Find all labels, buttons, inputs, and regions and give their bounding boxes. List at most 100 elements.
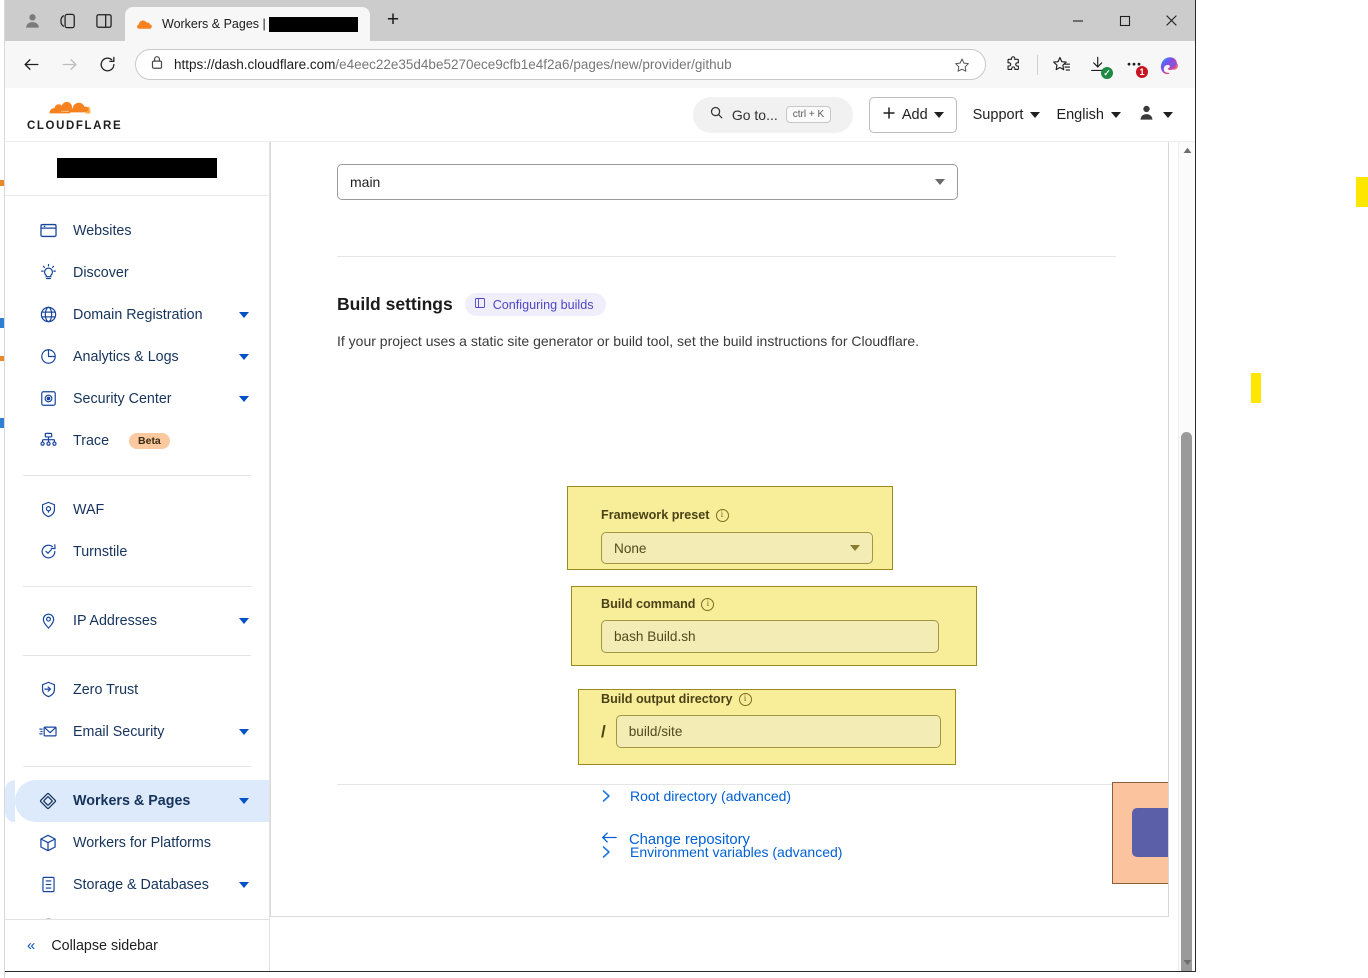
chevron-down-icon[interactable] <box>239 395 249 402</box>
info-icon[interactable]: i <box>701 597 715 611</box>
framework-preset-select[interactable]: None <box>601 532 873 564</box>
reload-icon[interactable] <box>89 47 125 83</box>
build-output-directory-row: / build/site <box>601 715 941 748</box>
language-menu[interactable]: English <box>1056 107 1121 123</box>
build-command-label-row: Build command i <box>601 597 939 611</box>
account-selector[interactable] <box>5 142 269 196</box>
footer-divider <box>337 784 1116 785</box>
security-center-icon <box>37 389 59 408</box>
root-directory-toggle[interactable]: Root directory (advanced) <box>601 788 791 804</box>
chevron-down-icon[interactable] <box>239 617 249 624</box>
browser-window: Workers & Pages | + https://dash.cloudfl… <box>5 0 1196 972</box>
configuring-builds-link[interactable]: Configuring builds <box>464 293 606 316</box>
sidebar-item-domain-registration[interactable]: Domain Registration <box>15 294 269 336</box>
sidebar-divider <box>23 474 251 476</box>
build-settings-description: If your project uses a static site gener… <box>337 333 920 349</box>
browser-tab[interactable]: Workers & Pages | <box>125 7 370 41</box>
email-security-icon <box>37 722 59 741</box>
configuring-builds-label: Configuring builds <box>492 297 594 312</box>
sidebar-item-workers-for-platforms[interactable]: Workers for Platforms <box>15 822 269 864</box>
browser-toolbar: https://dash.cloudflare.com/e4eec22e35d4… <box>5 41 1195 88</box>
search-icon <box>709 105 724 125</box>
support-label: Support <box>972 106 1024 123</box>
info-icon[interactable]: i <box>738 692 752 706</box>
extensions-puzzle-icon[interactable] <box>996 48 1030 82</box>
sidebar-item-security-center[interactable]: Security Center <box>15 378 269 420</box>
chevron-double-left-icon: « <box>27 937 36 955</box>
minimize-button[interactable] <box>1054 0 1101 41</box>
sidebar-item-label: Zero Trust <box>73 681 139 698</box>
new-tab-button[interactable]: + <box>376 3 410 37</box>
add-button[interactable]: Add <box>868 96 957 133</box>
lock-icon <box>150 55 164 75</box>
scroll-up-arrow[interactable] <box>1179 142 1195 159</box>
workers-platforms-icon <box>37 833 59 853</box>
more-settings-icon[interactable]: 1 <box>1117 48 1151 82</box>
save-and-deploy-button[interactable]: Save and Deploy <box>1132 808 1168 857</box>
sidebar-item-turnstile[interactable]: Turnstile <box>15 531 269 573</box>
chevron-down-icon[interactable] <box>239 797 249 804</box>
close-button[interactable] <box>1148 0 1195 41</box>
collections-icon[interactable] <box>1045 48 1079 82</box>
chevron-down-icon[interactable] <box>239 728 249 735</box>
sidebar-item-zero-trust[interactable]: Zero Trust <box>15 669 269 711</box>
copilot-icon[interactable] <box>1153 48 1187 82</box>
sidebar-item-label: WAF <box>73 501 105 518</box>
forward-arrow-icon <box>51 47 87 83</box>
scroll-down-arrow[interactable] <box>1179 954 1195 971</box>
user-avatar-icon <box>1137 103 1156 126</box>
sidebar-item-ip-addresses[interactable]: IP Addresses <box>15 600 269 642</box>
chevron-down-icon[interactable] <box>239 881 249 888</box>
downloads-icon[interactable]: ✓ <box>1081 48 1115 82</box>
goto-search-button[interactable]: Go to... ctrl + K <box>692 96 853 133</box>
profile-icon[interactable] <box>17 6 47 36</box>
sidebar-item-label: Email Security <box>73 723 165 740</box>
favorite-star-icon[interactable] <box>949 52 975 78</box>
branch-select[interactable]: main <box>337 164 958 200</box>
build-output-directory-label: Build output directory <box>601 692 733 706</box>
build-command-label: Build command <box>601 597 696 611</box>
build-command-input[interactable]: bash Build.sh <box>601 620 939 653</box>
sidebar-item-r2-object-storage[interactable]: R2 Object Storage <box>15 906 269 920</box>
change-repository-link[interactable]: Change repository <box>601 831 750 848</box>
yellow-mark-right-top <box>1356 177 1368 207</box>
sidebar-item-discover[interactable]: Discover <box>15 252 269 294</box>
sidebar-item-websites[interactable]: Websites <box>15 210 269 252</box>
cloudflare-logo[interactable]: CLOUDFLARE <box>27 97 122 132</box>
build-output-directory-value: build/site <box>628 724 683 739</box>
setup-card-inner: main Build settings Configuring builds I… <box>271 142 1168 916</box>
analytics-pie-icon <box>37 347 59 366</box>
build-command-group: Build command i bash Build.sh <box>601 597 939 653</box>
sidebar-item-analytics-logs[interactable]: Analytics & Logs <box>15 336 269 378</box>
framework-preset-group: Framework preset i None <box>601 508 873 564</box>
collapse-sidebar-button[interactable]: « Collapse sidebar <box>5 919 269 971</box>
sidebar-item-label: Workers for Platforms <box>73 834 211 851</box>
account-menu[interactable] <box>1137 103 1173 126</box>
split-screen-icon[interactable] <box>89 6 119 36</box>
chevron-down-icon[interactable] <box>239 311 249 318</box>
sidebar-item-workers-and-pages[interactable]: Workers & Pages <box>5 779 269 822</box>
waf-shield-icon <box>37 500 59 519</box>
ip-pin-icon <box>37 611 59 630</box>
sidebar-item-waf[interactable]: WAF <box>15 489 269 531</box>
sidebar-item-storage-and-databases[interactable]: Storage & Databases <box>15 864 269 906</box>
globe-icon <box>37 305 59 324</box>
sidebar-item-email-security[interactable]: Email Security <box>15 711 269 753</box>
page-scrollbar[interactable] <box>1178 142 1195 971</box>
sidebar-item-trace[interactable]: Trace Beta <box>15 420 269 462</box>
sidebar-item-label: Storage & Databases <box>73 876 209 893</box>
r2-storage-icon <box>37 917 59 920</box>
bg-sliver-mark-4 <box>0 418 4 428</box>
support-menu[interactable]: Support <box>973 107 1041 123</box>
address-bar[interactable]: https://dash.cloudflare.com/e4eec22e35d4… <box>135 49 986 80</box>
scrollbar-thumb[interactable] <box>1181 432 1192 971</box>
chevron-down-icon[interactable] <box>239 353 249 360</box>
build-settings-heading-row: Build settings Configuring builds <box>337 293 1106 316</box>
info-icon[interactable]: i <box>715 508 729 522</box>
sidebar-item-label: Trace <box>73 432 110 449</box>
back-arrow-icon[interactable] <box>13 47 49 83</box>
maximize-button[interactable] <box>1101 0 1148 41</box>
build-output-directory-input[interactable]: build/site <box>615 715 941 748</box>
collapse-sidebar-label: Collapse sidebar <box>51 937 158 954</box>
workspaces-icon[interactable] <box>53 6 83 36</box>
